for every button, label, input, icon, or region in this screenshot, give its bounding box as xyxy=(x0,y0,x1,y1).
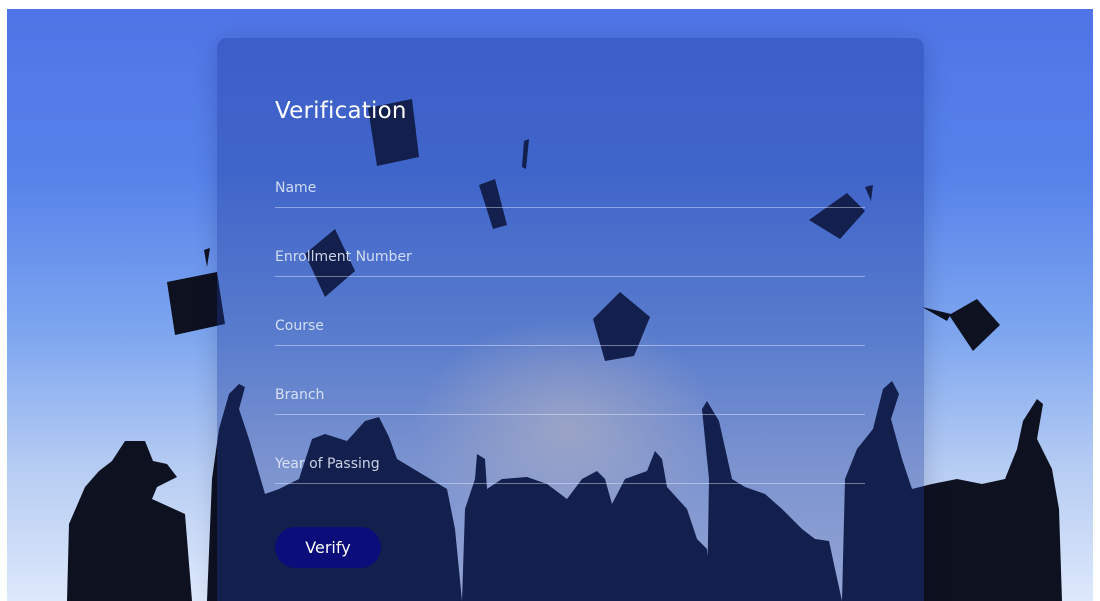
enrollment-number-input[interactable] xyxy=(275,245,865,269)
year-of-passing-input[interactable] xyxy=(275,452,865,476)
branch-input[interactable] xyxy=(275,383,865,407)
enrollment-number-field xyxy=(275,240,865,277)
year-of-passing-field xyxy=(275,447,865,484)
tassel xyxy=(922,307,951,321)
graduation-cap-8 xyxy=(949,299,1000,351)
page-background: Verification Verify xyxy=(7,9,1093,601)
branch-field xyxy=(275,378,865,415)
form-title: Verification xyxy=(275,98,407,124)
verification-card: Verification Verify xyxy=(217,38,924,601)
course-input[interactable] xyxy=(275,314,865,338)
name-field xyxy=(275,171,865,208)
name-input[interactable] xyxy=(275,176,865,200)
tassel xyxy=(204,248,210,267)
course-field xyxy=(275,309,865,346)
verify-button[interactable]: Verify xyxy=(275,527,381,568)
